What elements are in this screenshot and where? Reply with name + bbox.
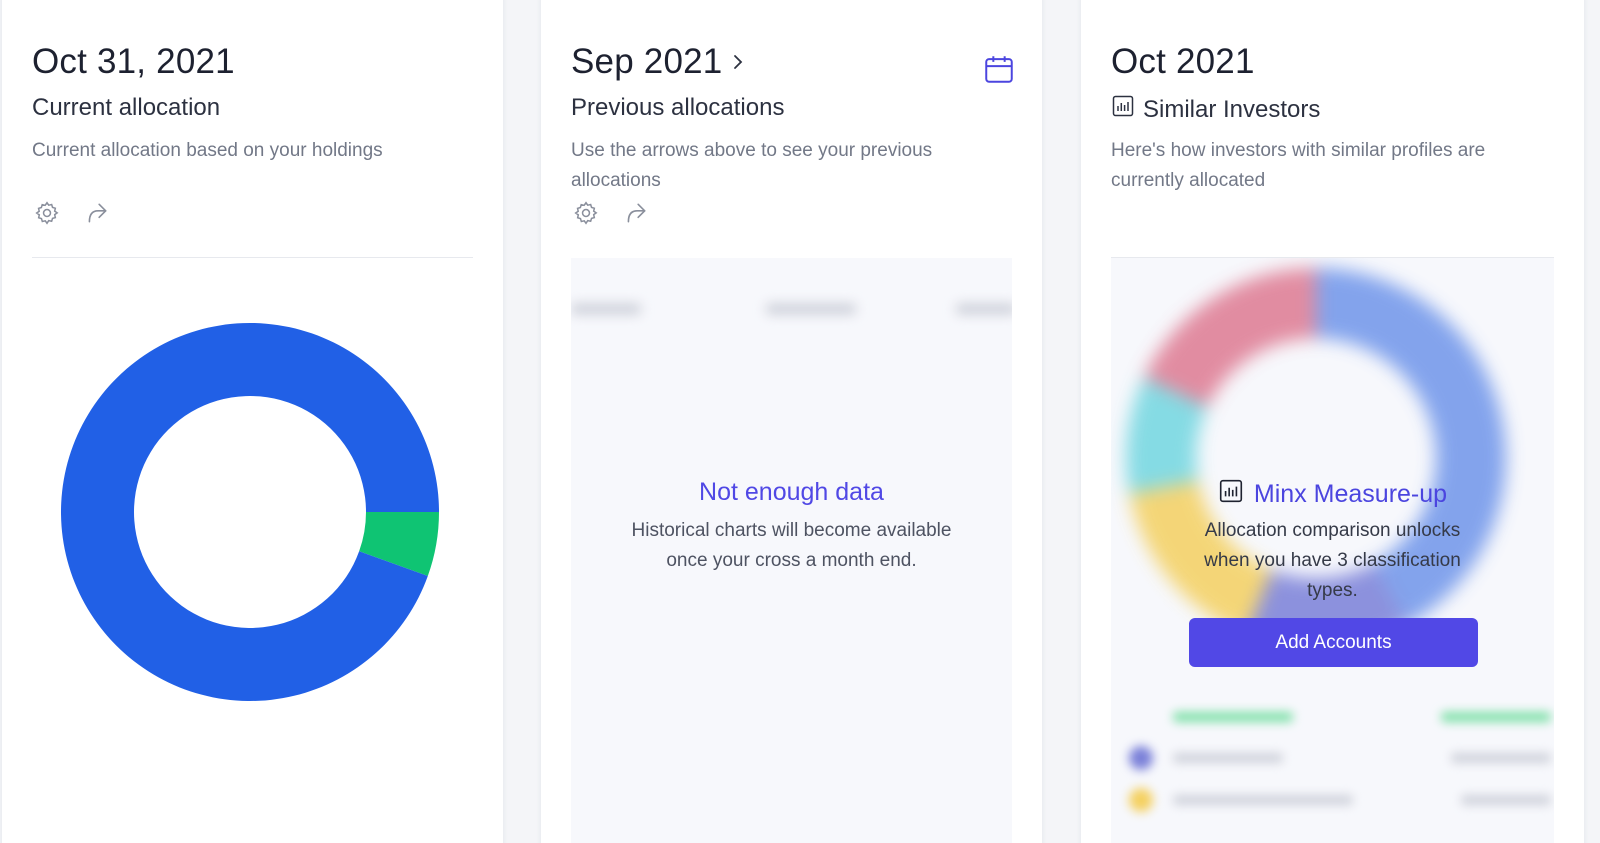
similar-subtitle-row: Similar Investors	[1111, 94, 1320, 125]
previous-description: Use the arrows above to see your previou…	[571, 140, 933, 191]
blurred-header-row	[571, 304, 1012, 324]
share-icon[interactable]	[82, 198, 112, 228]
current-subtitle: Current allocation	[32, 94, 221, 121]
bar-chart-icon	[1111, 94, 1135, 125]
measure-up-title: Minx Measure-up	[1253, 480, 1448, 508]
chevron-right-icon[interactable]	[730, 54, 746, 70]
current-allocation-card: Oct 31, 2021 Current allocation Current …	[2, 0, 503, 843]
similar-description: Here's how investors with similar profil…	[1111, 140, 1486, 191]
measure-up-text: Allocation comparison unlocks when you h…	[1204, 520, 1461, 601]
previous-subtitle: Previous allocations	[571, 94, 785, 121]
current-date: Oct 31, 2021	[32, 42, 235, 81]
previous-chart-panel: Not enough data Historical charts will b…	[571, 258, 1012, 843]
similar-date: Oct 2021	[1111, 42, 1255, 81]
not-enough-data-text: Historical charts will become available …	[631, 520, 952, 571]
similar-chart-panel: Minx Measure-up Allocation comparison un…	[1111, 258, 1554, 843]
share-icon[interactable]	[621, 198, 651, 228]
previous-allocations-card: Sep 2021 Previous allocations Use the ar…	[541, 0, 1042, 843]
current-donut-segment-1	[60, 323, 439, 701]
current-description: Current allocation based on your holding…	[32, 140, 383, 161]
divider	[32, 257, 473, 258]
previous-date: Sep 2021	[571, 42, 723, 81]
measure-up-title-row: Minx Measure-up	[1111, 478, 1554, 511]
similar-donut-segment-4	[1144, 268, 1316, 407]
gear-icon[interactable]	[32, 198, 62, 228]
bar-chart-icon	[1218, 478, 1244, 511]
similar-investors-card: Oct 2021 Similar Investors Here's how in…	[1081, 0, 1584, 843]
add-accounts-button[interactable]: Add Accounts	[1189, 618, 1478, 667]
similar-subtitle: Similar Investors	[1143, 95, 1321, 123]
current-actions	[32, 198, 112, 228]
gear-icon[interactable]	[571, 198, 601, 228]
current-allocation-donut	[60, 323, 439, 701]
not-enough-data-title: Not enough data	[699, 478, 884, 506]
previous-actions	[571, 198, 651, 228]
blurred-legend	[1111, 698, 1554, 833]
calendar-icon[interactable]	[982, 52, 1016, 86]
previous-date-nav[interactable]: Sep 2021	[571, 42, 746, 82]
